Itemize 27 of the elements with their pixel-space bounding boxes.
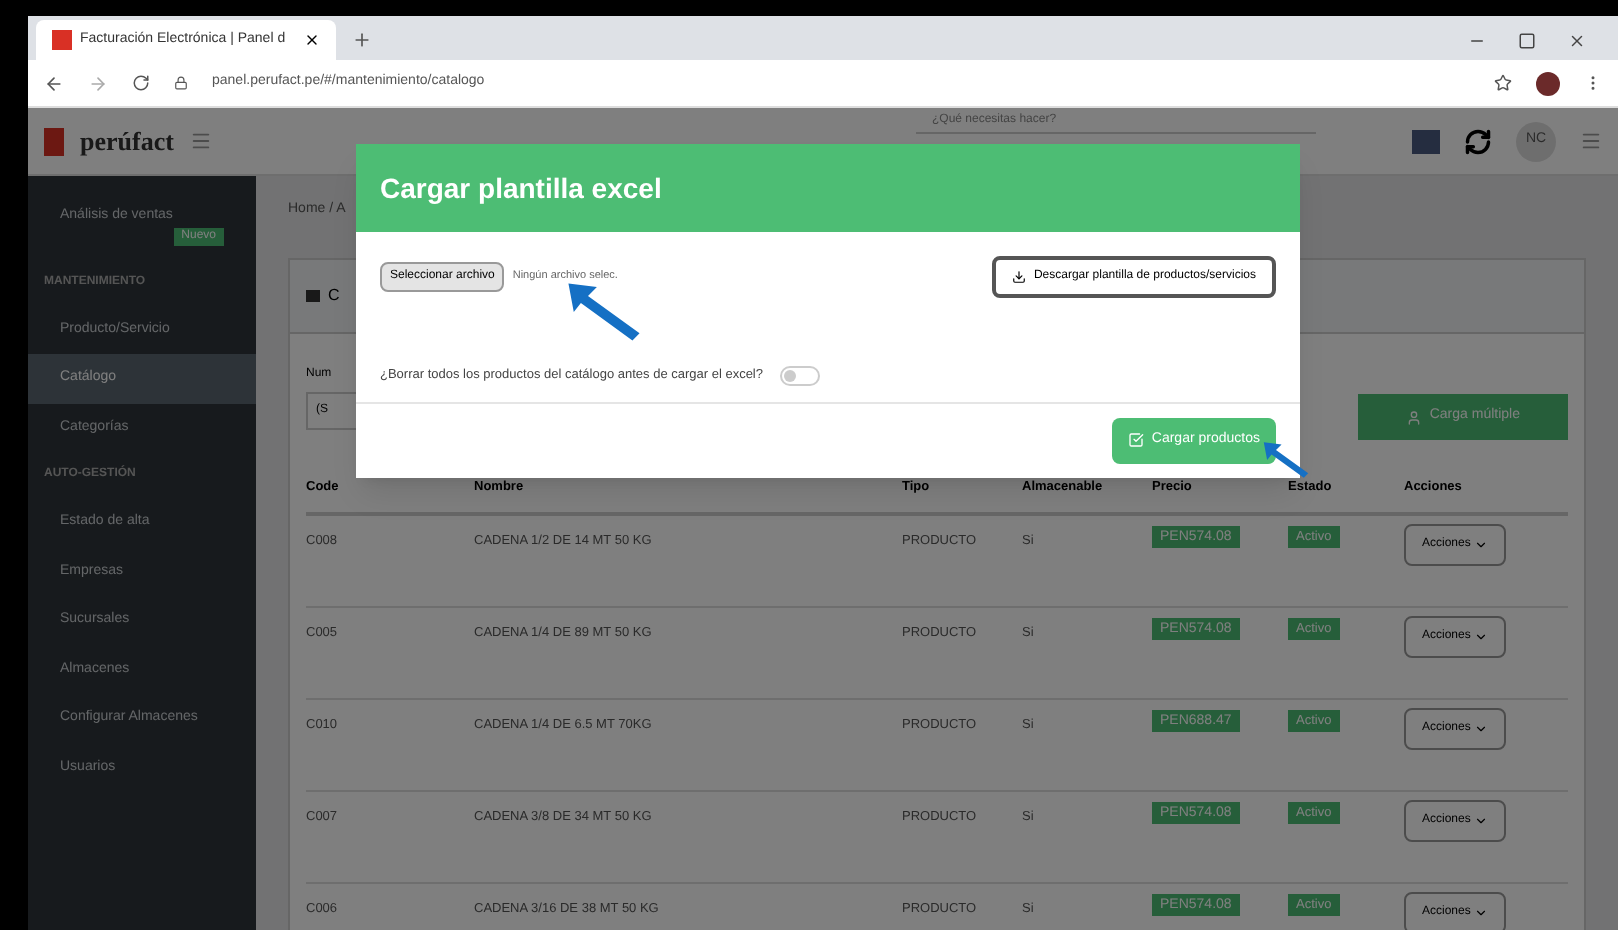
download-icon bbox=[1011, 270, 1026, 284]
reload-icon[interactable] bbox=[132, 74, 150, 92]
user-icon bbox=[1405, 409, 1422, 425]
caret-icon bbox=[1474, 906, 1489, 921]
site-favicon-icon bbox=[52, 30, 72, 50]
maximize-icon[interactable] bbox=[1518, 32, 1536, 50]
new-tab-icon[interactable] bbox=[352, 30, 372, 50]
lock-icon bbox=[174, 76, 188, 90]
card-icon bbox=[306, 289, 320, 301]
refresh-icon[interactable] bbox=[1464, 127, 1492, 155]
star-icon[interactable] bbox=[1494, 74, 1512, 92]
pointer-arrow-icon bbox=[564, 280, 644, 344]
close-icon[interactable] bbox=[304, 32, 320, 48]
checkbox-icon bbox=[1127, 432, 1144, 449]
card-title: C bbox=[328, 283, 340, 307]
toggle-switch[interactable] bbox=[779, 366, 819, 386]
caret-icon bbox=[1474, 814, 1489, 829]
logo-text: perúfact bbox=[80, 123, 174, 160]
caret-icon bbox=[1474, 538, 1489, 553]
caret-icon bbox=[1474, 722, 1489, 737]
caret-icon bbox=[1474, 630, 1489, 645]
logo-icon bbox=[44, 127, 64, 155]
profile-avatar-icon[interactable] bbox=[1536, 71, 1560, 95]
notification-icon[interactable] bbox=[1412, 129, 1440, 153]
back-icon[interactable] bbox=[44, 73, 64, 93]
dialog-title: Cargar plantilla excel bbox=[380, 169, 662, 208]
close-icon[interactable] bbox=[1568, 32, 1586, 50]
